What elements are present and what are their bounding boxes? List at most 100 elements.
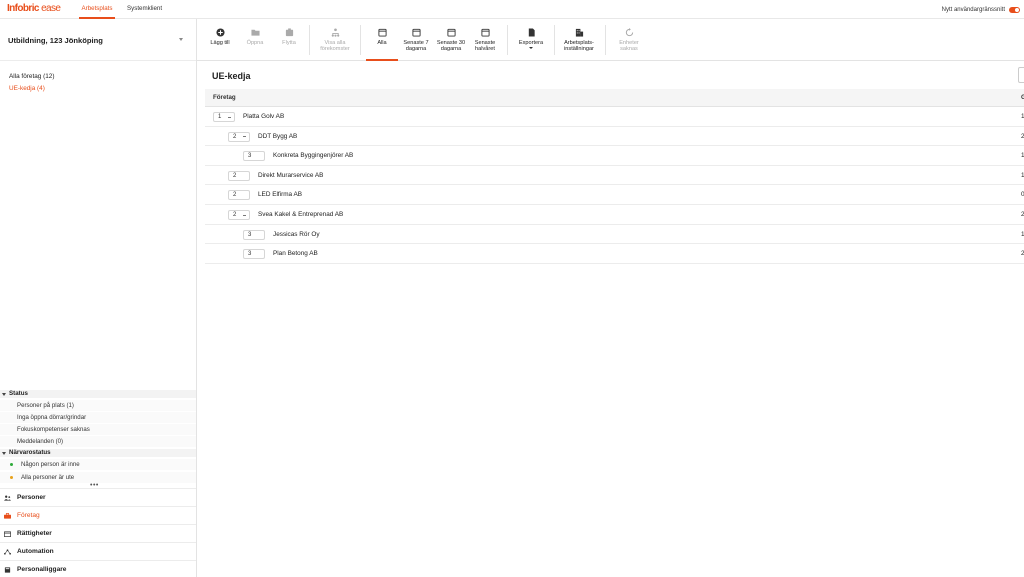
collapse-icon[interactable]	[228, 116, 231, 118]
status-item[interactable]: Meddelanden (0)	[0, 436, 196, 447]
nav-label: Automation	[17, 548, 54, 555]
table-row[interactable]: 3 Konkreta Byggingenjörer AB 1	[205, 146, 1024, 166]
site-name: Utbildning, 123 Jönköping	[8, 36, 103, 45]
table-row[interactable]: 2 LED Elfirma AB 0	[205, 185, 1024, 205]
briefcase-icon	[4, 513, 11, 519]
open-button[interactable]: Öppna	[241, 19, 269, 61]
refresh-icon	[625, 28, 633, 37]
workplace-settings-button[interactable]: Arbetsplats-inställningar	[559, 19, 599, 61]
table-row[interactable]: 2 DDT Bygg AB 2	[205, 127, 1024, 147]
company-name[interactable]: Konkreta Byggingenjörer AB	[273, 152, 353, 159]
presence-section-header[interactable]: Närvarostatus	[0, 449, 196, 457]
level-number: 2	[233, 192, 237, 199]
nav-label: Företag	[17, 512, 40, 519]
filter-half-year-button[interactable]: Senaste halvåret	[469, 19, 501, 61]
filter-last-30-days-button[interactable]: Senaste 30 dagarna	[435, 19, 467, 61]
book-icon	[4, 567, 11, 573]
site-selector[interactable]: Utbildning, 123 Jönköping	[0, 19, 196, 61]
toolbar-divider	[554, 25, 555, 55]
people-icon	[4, 495, 11, 501]
status-item[interactable]: Personer på plats (1)	[0, 400, 196, 411]
calendar-icon	[4, 531, 11, 537]
nav-foretag[interactable]: Företag	[0, 506, 196, 524]
toolbar-divider	[605, 25, 606, 55]
sidebar: Utbildning, 123 Jönköping Alla företag (…	[0, 19, 197, 577]
presence-item[interactable]: Någon person är inne	[0, 459, 196, 470]
network-icon	[4, 549, 11, 555]
chevron-down-icon	[179, 38, 183, 41]
status-item[interactable]: Fokuskompetenser saknas	[0, 424, 196, 435]
tab-arbetsplats[interactable]: Arbetsplats	[79, 0, 115, 19]
level-badge: 3	[243, 249, 265, 260]
new-ui-label: Nytt användargränssnitt	[941, 6, 1005, 13]
level-number: 2	[233, 133, 237, 140]
level-badge[interactable]: 1	[213, 112, 235, 122]
table-row[interactable]: 2 Direkt Murarservice AB 1	[205, 166, 1024, 186]
filter-all-button[interactable]: Alla	[366, 19, 398, 61]
level-number: 3	[248, 231, 252, 238]
table-row[interactable]: 2 Svea Kakel & Entreprenad AB 2	[205, 205, 1024, 225]
level-number: 2	[233, 212, 237, 218]
caret-down-icon	[529, 47, 533, 50]
infobric-logo[interactable]: Infobric ease	[7, 3, 61, 14]
panel-toggle-button[interactable]	[1018, 67, 1024, 83]
document-icon	[528, 28, 535, 37]
calendar-icon	[377, 28, 387, 37]
new-ui-toggle-group: Nytt användargränssnitt	[942, 0, 1020, 19]
level-badge: 3	[243, 151, 265, 162]
company-name[interactable]: Svea Kakel & Entreprenad AB	[258, 211, 343, 218]
collapse-icon[interactable]	[243, 214, 246, 216]
company-name[interactable]: DDT Bygg AB	[258, 133, 297, 140]
green-dot-icon	[10, 463, 13, 466]
units-missing-button[interactable]: Enheter saknas	[611, 19, 647, 61]
top-bar: Infobric ease Arbetsplats Systemklient N…	[0, 0, 1024, 19]
nav-label: Personalliggare	[17, 566, 67, 573]
nav-automation[interactable]: Automation	[0, 542, 196, 560]
company-name[interactable]: Platta Golv AB	[243, 113, 284, 120]
nav-personalliggare[interactable]: Personalliggare	[0, 560, 196, 577]
company-name[interactable]: Direkt Murarservice AB	[258, 172, 323, 179]
table-row[interactable]: 3 Jessicas Rör Oy 1	[205, 225, 1024, 245]
column-header-company[interactable]: Företag	[213, 94, 236, 101]
table-header: Företag G	[205, 89, 1024, 107]
export-button[interactable]: Exportera	[513, 19, 549, 61]
level-badge[interactable]: 2	[228, 210, 250, 220]
nav-label: Personer	[17, 494, 46, 501]
company-name[interactable]: Jessicas Rör Oy	[273, 231, 320, 238]
hierarchy-icon	[331, 28, 339, 37]
tree-item-all-companies[interactable]: Alla företag (12)	[9, 73, 54, 80]
orange-dot-icon	[10, 476, 13, 479]
show-all-occurrences-button[interactable]: Visa alla förekomster	[315, 19, 355, 61]
level-badge[interactable]: 2	[228, 131, 250, 142]
new-ui-toggle[interactable]	[1009, 6, 1020, 13]
company-name[interactable]: LED Elfirma AB	[258, 191, 302, 198]
calendar-icon	[480, 28, 490, 37]
plus-circle-icon	[215, 28, 225, 37]
level-badge: 2	[228, 190, 250, 201]
level-number: 1	[218, 114, 222, 120]
table-row[interactable]: 3 Plan Betong AB 2	[205, 244, 1024, 264]
nav-rattigheter[interactable]: Rättigheter	[0, 524, 196, 542]
toolbar: Lägg till Öppna Flytta Visa alla förekom…	[197, 19, 1024, 61]
status-item[interactable]: Inga öppna dörrar/grindar	[0, 412, 196, 423]
level-number: 3	[248, 153, 252, 160]
filter-last-7-days-button[interactable]: Senaste 7 dagarna	[400, 19, 432, 61]
calendar-icon	[446, 28, 456, 37]
tab-systemklient[interactable]: Systemklient	[127, 0, 162, 19]
level-badge: 2	[228, 170, 250, 181]
toolbar-divider	[309, 25, 310, 55]
move-icon	[285, 28, 293, 37]
nav-personer[interactable]: Personer	[0, 488, 196, 506]
status-section-header[interactable]: Status	[0, 390, 196, 398]
tree-item-ue-kedja[interactable]: UE-kedja (4)	[9, 85, 45, 92]
company-name[interactable]: Plan Betong AB	[273, 250, 318, 257]
presence-label: Alla personer är ute	[21, 474, 75, 481]
nav-label: Rättigheter	[17, 530, 52, 537]
table-row[interactable]: 1 Platta Golv AB 1	[205, 107, 1024, 127]
collapse-icon[interactable]	[243, 136, 246, 138]
add-button[interactable]: Lägg till	[205, 19, 235, 61]
building-icon	[575, 28, 583, 37]
move-button[interactable]: Flytta	[275, 19, 303, 61]
toolbar-divider	[507, 25, 508, 55]
level-badge: 3	[243, 229, 265, 240]
